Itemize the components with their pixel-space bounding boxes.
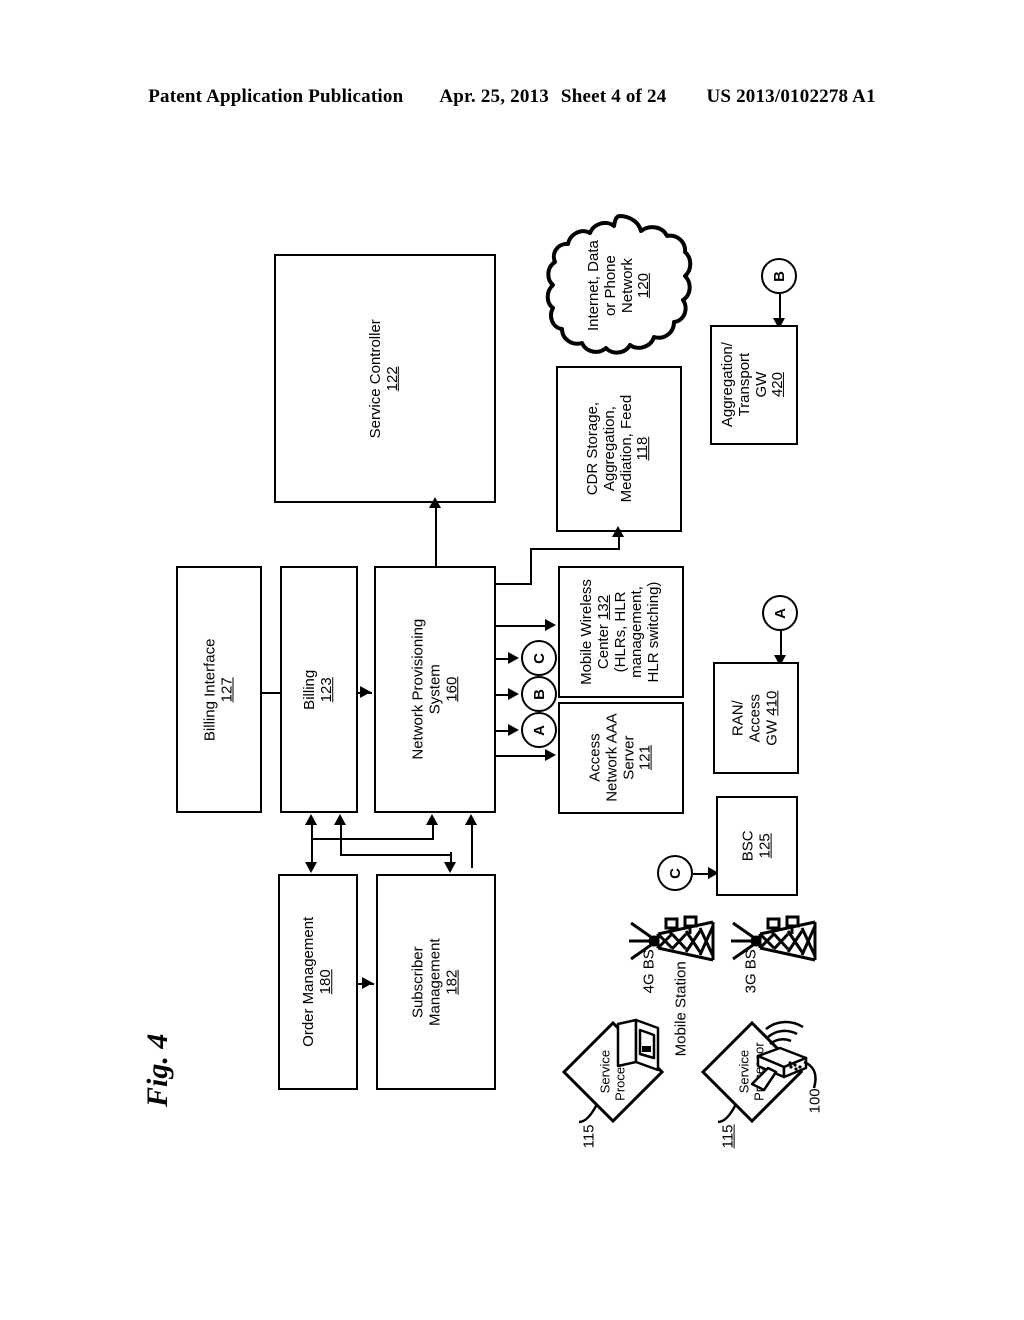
service-controller-label: Service Controller 122 [367, 318, 401, 439]
bsc-box: BSC 125 [716, 796, 798, 896]
billing-order-link-v [311, 820, 313, 868]
nps-to-cdr-h1 [496, 583, 532, 585]
network-cloud: Internet, Data or Phone Network 120 [545, 212, 693, 360]
billing-interface-to-billing-line [262, 692, 280, 694]
cdr-storage-box: CDR Storage, Aggregation, Mediation, Fee… [556, 366, 682, 532]
base-station-3g-icon [727, 915, 821, 967]
billing-interface-box: Billing Interface 127 [176, 566, 262, 813]
figure-4-diagram: Fig. 4 Service Controller 122 Internet, … [0, 0, 1024, 1320]
nps-to-subscriber-up-arrowhead [334, 814, 346, 825]
nps-to-mwc-line [496, 625, 552, 627]
service-controller-box: Service Controller 122 [274, 254, 496, 503]
aggregation-transport-gw-box: Aggregation/ Transport GW 420 [710, 325, 798, 445]
order-management-box: Order Management 180 [278, 874, 358, 1090]
network-provisioning-system-label: Network Provisioning System 160 [408, 619, 460, 760]
billing-label: Billing 123 [301, 669, 335, 710]
connector-circle-b-stack: B [521, 676, 557, 712]
service-processor-phone-leader [716, 1100, 742, 1126]
billing-order-down-arrowhead [305, 862, 317, 873]
nps-to-cdr-h2 [530, 548, 620, 550]
mobile-station-laptop-icon [614, 1018, 662, 1082]
subscriber-management-box: Subscriber Management 182 [376, 874, 496, 1090]
base-station-4g-icon [625, 915, 719, 967]
connector-circle-c-bsc: C [657, 855, 693, 891]
mobile-wireless-center-label: Mobile Wireless Center 132 (HLRs, HLR ma… [578, 579, 663, 685]
nps-to-cdr-arrowhead [612, 526, 624, 537]
nps-to-cdr-v1 [530, 548, 532, 585]
cdr-storage-label: CDR Storage, Aggregation, Mediation, Fee… [584, 395, 652, 503]
billing-to-nps-arrowhead [360, 686, 371, 698]
mobile-wireless-center-box: Mobile Wireless Center 132 (HLRs, HLR ma… [558, 566, 684, 698]
access-network-aaa-server-label: Access Network AAA Server 121 [586, 713, 654, 803]
nps-to-aaa-arrowhead [545, 749, 556, 761]
ran-access-gw-label: RAN/ Access GW 410 [729, 690, 781, 746]
network-provisioning-system-box: Network Provisioning System 160 [374, 566, 496, 813]
order-management-label: Order Management 180 [300, 916, 335, 1048]
billing-box: Billing 123 [280, 566, 358, 813]
connector-a-line [780, 631, 782, 657]
nps-to-a-arrowhead [508, 724, 519, 736]
billing-interface-label: Billing Interface 127 [201, 638, 235, 741]
cloud-shape [545, 214, 693, 355]
nps-to-subscriber-v-left [340, 820, 342, 856]
subscriber-to-billing-h [311, 838, 434, 840]
order-to-subscriber-arrowhead [362, 977, 373, 989]
service-processor-laptop-leader [577, 1100, 603, 1126]
subscriber-management-label: Subscriber Management 182 [409, 938, 461, 1026]
access-network-aaa-server-box: Access Network AAA Server 121 [558, 702, 684, 814]
bsc-label: BSC 125 [739, 830, 773, 862]
subscriber-to-billing-arrowhead [426, 814, 438, 825]
nps-to-service-controller-line [435, 503, 437, 566]
connector-circle-c-stack: C [521, 640, 557, 676]
nps-to-service-controller-arrowhead [429, 497, 441, 508]
mobile-device-leader [800, 1060, 826, 1090]
nps-to-subscriber-down-arrowhead [444, 862, 456, 873]
aggregation-transport-gw-label: Aggregation/ Transport GW 420 [719, 342, 787, 428]
nps-to-b-arrowhead [508, 688, 519, 700]
connector-circle-b-top: B [761, 258, 797, 294]
connector-b-line [779, 294, 781, 320]
billing-order-up-arrowhead [305, 814, 317, 825]
nps-to-aaa-line [496, 755, 552, 757]
connector-circle-a-stack: A [521, 712, 557, 748]
nps-to-subscriber-h [342, 854, 452, 856]
subscriber-to-nps-v [471, 820, 473, 868]
nps-to-mwc-arrowhead [545, 619, 556, 631]
subscriber-to-nps-arrowhead [465, 814, 477, 825]
nps-to-c-arrowhead [508, 652, 519, 664]
ran-access-gw-box: RAN/ Access GW 410 [713, 662, 799, 774]
connector-circle-a-top: A [762, 595, 798, 631]
